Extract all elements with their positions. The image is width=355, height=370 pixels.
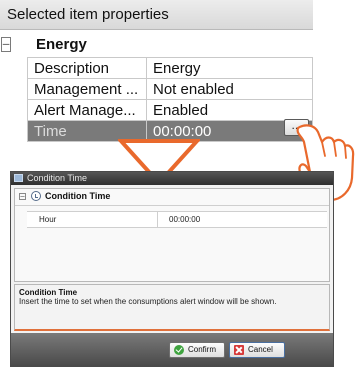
clock-icon xyxy=(31,191,41,201)
dialog-footer: Confirm Cancel xyxy=(11,333,333,366)
property-value[interactable]: Energy xyxy=(146,57,313,79)
property-key: Alert Manage... xyxy=(27,99,147,121)
confirm-label: Confirm xyxy=(188,345,217,354)
panel-title: Selected item properties xyxy=(0,0,313,30)
property-key: Hour xyxy=(39,215,57,224)
property-value[interactable]: Not enabled xyxy=(146,78,313,100)
property-key: Description xyxy=(27,57,147,79)
cancel-x-icon xyxy=(234,345,244,355)
category-label: Energy xyxy=(36,36,87,53)
property-key: Management ... xyxy=(27,78,147,100)
collapse-icon[interactable]: – xyxy=(1,37,11,52)
confirm-check-icon xyxy=(174,345,184,355)
property-row-management[interactable]: Management ... Not enabled xyxy=(27,78,313,100)
column-divider xyxy=(157,212,158,227)
category-label: Condition Time xyxy=(45,191,111,201)
property-value[interactable]: Enabled xyxy=(146,99,313,121)
properties-panel: Selected item properties – Energy Descri… xyxy=(0,0,313,142)
hour-value-field[interactable]: 00:00:00 xyxy=(169,215,200,224)
dialog-property-grid: – Condition Time Hour 00:00:00 xyxy=(14,188,330,282)
help-panel: Condition Time Insert the time to set wh… xyxy=(14,284,330,331)
collapse-icon[interactable]: – xyxy=(19,193,26,200)
property-grid: Description Energy Management ... Not en… xyxy=(27,57,313,142)
dialog-titlebar[interactable]: Condition Time xyxy=(11,172,333,185)
property-row-hour[interactable]: Hour 00:00:00 xyxy=(27,211,327,228)
confirm-button[interactable]: Confirm xyxy=(169,342,225,358)
help-heading: Condition Time xyxy=(19,288,78,297)
property-row-alert-management[interactable]: Alert Manage... Enabled xyxy=(27,99,313,121)
help-text: Insert the time to set when the consumpt… xyxy=(19,297,277,306)
property-row-description[interactable]: Description Energy xyxy=(27,57,313,79)
category-energy[interactable]: – Energy xyxy=(0,35,313,57)
condition-time-dialog: Condition Time – Condition Time Hour 00:… xyxy=(10,171,334,367)
category-condition-time[interactable]: – Condition Time xyxy=(15,189,329,206)
cancel-label: Cancel xyxy=(248,345,273,354)
dialog-title: Condition Time xyxy=(27,173,88,183)
app-icon xyxy=(14,174,23,182)
cancel-button[interactable]: Cancel xyxy=(229,342,285,358)
